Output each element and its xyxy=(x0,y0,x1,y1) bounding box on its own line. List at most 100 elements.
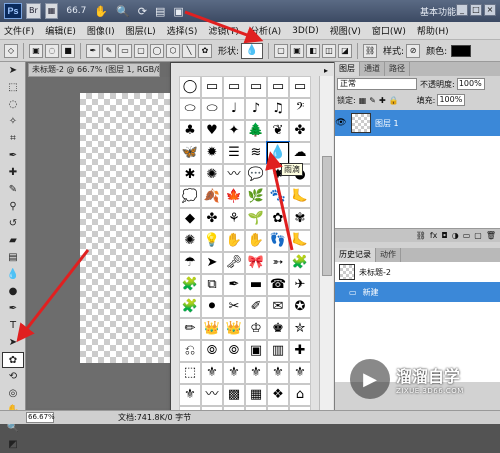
path-select-tool-icon[interactable]: ➤ xyxy=(2,335,24,351)
arrange-docs-icon[interactable]: ▤ xyxy=(155,5,165,18)
shape-cell[interactable]: ☂ xyxy=(179,252,201,274)
add-area-icon[interactable]: ▣ xyxy=(290,43,305,58)
shape-cell[interactable]: ⚜ xyxy=(289,362,311,384)
shape-cell[interactable]: ⚫ xyxy=(201,296,223,318)
3d-rotate-tool-icon[interactable]: ⟲ xyxy=(2,369,24,385)
shape-cell[interactable]: ✺ xyxy=(201,164,223,186)
layer-style-icon[interactable]: fx xyxy=(430,229,438,242)
shape-cell[interactable]: 👑 xyxy=(201,318,223,340)
fill-pixels-icon[interactable]: ■ xyxy=(61,43,75,58)
shape-cell[interactable]: ☎ xyxy=(267,274,289,296)
healing-brush-tool-icon[interactable]: ✚ xyxy=(2,165,24,181)
shape-cell[interactable]: ≋ xyxy=(245,142,267,164)
layer-name[interactable]: 图层 1 xyxy=(375,118,399,129)
new-layer-mode-icon[interactable]: ▢ xyxy=(274,43,289,58)
blend-mode-select[interactable]: 正常 xyxy=(337,78,417,90)
shape-cell[interactable]: ⎌ xyxy=(179,340,201,362)
shape-cell[interactable]: ☰ xyxy=(223,142,245,164)
zoom-level[interactable]: 66.7 xyxy=(66,6,86,16)
shape-cell[interactable]: ▭ xyxy=(245,76,267,98)
intersect-area-icon[interactable]: ◫ xyxy=(322,43,337,58)
menu-select[interactable]: 选择(S) xyxy=(167,24,198,37)
shape-layers-icon[interactable]: ▣ xyxy=(29,43,43,58)
color-swatch[interactable] xyxy=(451,44,472,57)
paths-icon[interactable]: ◌ xyxy=(45,43,59,58)
shape-cell[interactable]: ▬ xyxy=(245,274,267,296)
link-icon[interactable]: ⛓ xyxy=(363,43,378,58)
move-tool-icon[interactable]: ➤ xyxy=(2,63,24,79)
shape-cell[interactable]: ❖ xyxy=(267,384,289,406)
scrollbar-thumb[interactable] xyxy=(322,156,332,276)
shape-cell[interactable]: ⚜ xyxy=(179,384,201,406)
ellipse-tool-icon[interactable]: ◯ xyxy=(150,43,164,58)
raindrop-shape[interactable]: 💧 xyxy=(266,141,290,165)
shape-cell[interactable]: 🧩 xyxy=(179,296,201,318)
color-swatches-icon[interactable]: ◩ xyxy=(2,437,24,453)
shape-cell[interactable]: ▭ xyxy=(289,76,311,98)
shape-cell[interactable]: ⚜ xyxy=(267,362,289,384)
shape-cell[interactable]: ⚜ xyxy=(201,362,223,384)
shape-cell[interactable]: 〰 xyxy=(201,384,223,406)
shape-cell[interactable]: ♪ xyxy=(245,98,267,120)
shape-cell[interactable]: ⧉ xyxy=(201,274,223,296)
shape-cell[interactable]: ✪ xyxy=(289,296,311,318)
lock-transparency-icon[interactable]: ▦ xyxy=(359,96,367,105)
fill-field[interactable]: 100% xyxy=(437,94,466,106)
tab-actions[interactable]: 动作 xyxy=(376,248,401,262)
shape-cell[interactable]: ▭ xyxy=(201,76,223,98)
shape-cell[interactable]: ✤ xyxy=(201,208,223,230)
close-button[interactable]: × xyxy=(484,4,496,16)
zoom-field[interactable]: 66.67% xyxy=(26,412,55,423)
shape-cell[interactable]: ⦾ xyxy=(201,340,223,362)
subtract-area-icon[interactable]: ◧ xyxy=(306,43,321,58)
screen-mode-icon[interactable]: ▣ xyxy=(173,5,183,18)
shape-cell[interactable]: 🗝 xyxy=(223,252,245,274)
shape-cell[interactable]: ✋ xyxy=(245,230,267,252)
shape-cell[interactable]: 🌿 xyxy=(245,186,267,208)
minimize-button[interactable]: _ xyxy=(456,4,468,16)
view-extras-button[interactable]: ▦ xyxy=(44,3,59,19)
history-step[interactable]: ▭ 新建 xyxy=(335,282,500,302)
tool-preset-icon[interactable]: ◇ xyxy=(4,43,18,58)
shape-cell[interactable]: ⦾ xyxy=(223,340,245,362)
custom-shape-tool-icon[interactable]: ✿ xyxy=(2,352,24,368)
custom-shape-tool-icon[interactable]: ✿ xyxy=(198,43,212,58)
shape-cell[interactable]: 🍂 xyxy=(201,186,223,208)
adjustment-icon[interactable]: ◑ xyxy=(452,229,459,242)
hand-icon[interactable]: ✋ xyxy=(94,5,108,18)
shape-picker-button[interactable]: 💧 xyxy=(241,42,264,59)
shape-cell[interactable]: 💡 xyxy=(201,230,223,252)
lock-all-icon[interactable]: 🔒 xyxy=(389,96,399,105)
group-icon[interactable]: ▭ xyxy=(463,229,471,242)
shape-cell[interactable]: 👣 xyxy=(267,230,289,252)
shape-cell[interactable]: ✺ xyxy=(179,230,201,252)
shape-cell[interactable]: ☁ xyxy=(289,142,311,164)
shape-cell[interactable]: ✐ xyxy=(245,296,267,318)
shape-cell[interactable]: ◯ xyxy=(179,76,201,98)
shape-cell[interactable]: 🌱 xyxy=(245,208,267,230)
link-layers-icon[interactable]: ⛓ xyxy=(416,229,426,242)
shape-cell[interactable]: ✒ xyxy=(223,274,245,296)
lasso-tool-icon[interactable]: ◌ xyxy=(2,97,24,113)
shape-cell[interactable]: ✮ xyxy=(289,318,311,340)
popup-scrollbar[interactable] xyxy=(319,76,333,411)
tab-layers[interactable]: 图层 xyxy=(335,62,360,76)
shape-cell[interactable]: ➳ xyxy=(267,252,289,274)
menu-layer[interactable]: 图层(L) xyxy=(126,24,156,37)
shape-cell[interactable]: ⬚ xyxy=(179,362,201,384)
layer-row[interactable]: 👁 图层 1 xyxy=(335,110,500,136)
rounded-rect-tool-icon[interactable]: ▢ xyxy=(134,43,148,58)
shape-cell[interactable]: ⬭ xyxy=(179,98,201,120)
tab-paths[interactable]: 路径 xyxy=(385,62,410,76)
lock-image-icon[interactable]: ✎ xyxy=(369,96,376,105)
opacity-field[interactable]: 100% xyxy=(456,78,485,90)
eye-icon[interactable]: 👁 xyxy=(335,118,347,128)
bridge-button[interactable]: Br xyxy=(26,3,41,19)
brush-tool-icon[interactable]: ✎ xyxy=(2,182,24,198)
shape-cell[interactable]: ♔ xyxy=(245,318,267,340)
shape-cell[interactable]: ➤ xyxy=(201,252,223,274)
shape-cell[interactable]: ✦ xyxy=(223,120,245,142)
shape-cell[interactable]: 💬 xyxy=(245,164,267,186)
lock-position-icon[interactable]: ✚ xyxy=(379,96,386,105)
freeform-pen-icon[interactable]: ✎ xyxy=(102,43,116,58)
